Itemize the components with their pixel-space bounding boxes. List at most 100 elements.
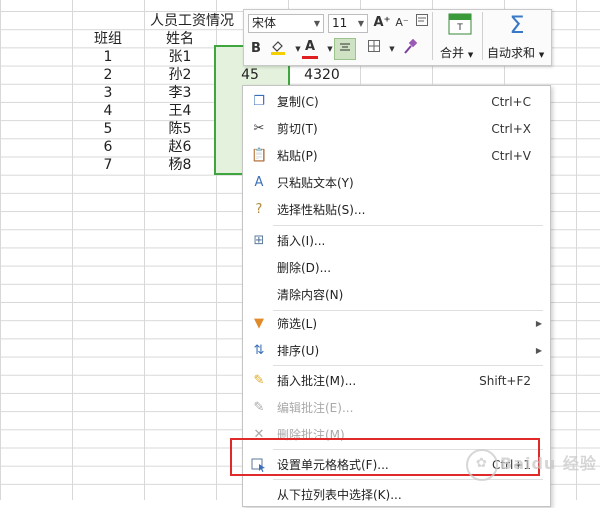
- menu-item-paste-text[interactable]: A 只粘贴文本(Y): [243, 169, 550, 196]
- menu-item-insert-comment[interactable]: ✎ 插入批注(M)... Shift+F2: [243, 367, 550, 394]
- insert-icon: ⊞: [253, 233, 265, 248]
- font-size-value: 11: [332, 16, 348, 30]
- filter-icon: ▼: [254, 316, 264, 331]
- autosum-label: 自动求和: [487, 46, 536, 60]
- menu-item-shortcut: Ctrl+V: [491, 149, 531, 163]
- chevron-down-icon: ▼: [313, 19, 320, 28]
- fill-color-button[interactable]: [268, 39, 288, 59]
- menu-item-pick-from-list[interactable]: 从下拉列表中选择(K)...: [243, 481, 550, 508]
- font-color-button[interactable]: A: [300, 37, 320, 57]
- name-cell[interactable]: 王4: [144, 102, 216, 120]
- menu-item-label: 粘贴(P): [277, 149, 318, 163]
- name-cell[interactable]: 孙2: [144, 66, 216, 84]
- menu-divider: [273, 365, 543, 366]
- toolbar-divider: [482, 12, 483, 60]
- font-name-value: 宋体: [252, 16, 277, 30]
- sheet-title-cell[interactable]: 人员工资情况: [144, 12, 250, 30]
- format-painter-button[interactable]: [400, 38, 420, 59]
- clear-format-icon: [416, 14, 428, 26]
- menu-item-filter[interactable]: ▼ 筛选(L) ▶: [243, 310, 550, 337]
- menu-item-label: 只粘贴文本(Y): [277, 176, 354, 190]
- menu-divider: [273, 225, 543, 226]
- watermark: ✿ Baidu 经验: [466, 447, 596, 481]
- font-color-letter: A: [304, 39, 316, 54]
- menu-item-label: 排序(U): [277, 344, 320, 358]
- group-cell[interactable]: 1: [72, 48, 144, 66]
- menu-item-paste-special[interactable]: ? 选择性粘贴(S)...: [243, 196, 550, 223]
- group-cell[interactable]: 2: [72, 66, 144, 84]
- menu-item-shortcut: Ctrl+C: [491, 95, 531, 109]
- clipboard-icon: 📋: [251, 148, 268, 163]
- scissors-icon: ✂: [253, 121, 265, 136]
- paw-logo-icon: ✿: [466, 448, 498, 481]
- group-cell[interactable]: 4: [72, 102, 144, 120]
- menu-item-label: 插入(I)...: [277, 234, 326, 248]
- menu-item-label: 剪切(T): [277, 122, 318, 136]
- bold-button[interactable]: B: [246, 39, 266, 59]
- menu-item-label: 复制(C): [277, 95, 319, 109]
- borders-button[interactable]: [364, 39, 384, 59]
- merge-button[interactable]: 合并 ▼: [440, 45, 473, 61]
- menu-item-label: 编辑批注(E)...: [277, 401, 354, 415]
- menu-item-label: 清除内容(N): [277, 288, 344, 302]
- menu-item-edit-comment: ✎ 编辑批注(E)...: [243, 394, 550, 421]
- merge-cells-icon: T: [448, 13, 472, 35]
- paint-bucket-icon: [271, 41, 285, 55]
- shrink-font-button[interactable]: A⁻: [392, 13, 412, 33]
- paste-text-icon: A: [254, 175, 264, 190]
- menu-item-clear[interactable]: 清除内容(N): [243, 281, 550, 308]
- copy-icon: ❐: [253, 94, 265, 109]
- menu-item-insert[interactable]: ⊞ 插入(I)...: [243, 227, 550, 254]
- menu-item-label: 选择性粘贴(S)...: [277, 203, 366, 217]
- sigma-icon[interactable]: Σ: [504, 11, 530, 39]
- chevron-down-icon[interactable]: ▼: [382, 39, 402, 59]
- selected-value-cell[interactable]: 45: [214, 66, 286, 84]
- chevron-down-icon: ▼: [357, 19, 364, 28]
- submenu-arrow-icon: ▶: [535, 319, 542, 328]
- font-color-swatch: [302, 56, 318, 59]
- autosum-button[interactable]: 自动求和 ▼: [487, 45, 544, 61]
- merge-icon-button[interactable]: T: [447, 13, 473, 39]
- name-cell[interactable]: 赵6: [144, 138, 216, 156]
- svg-text:T: T: [456, 23, 463, 33]
- borders-icon: [368, 40, 380, 52]
- name-cell[interactable]: 陈5: [144, 120, 216, 138]
- menu-item-shortcut: Shift+F2: [479, 374, 531, 388]
- menu-item-paste[interactable]: 📋 粘贴(P) Ctrl+V: [243, 142, 550, 169]
- merge-label: 合并: [440, 46, 465, 60]
- menu-item-sort[interactable]: ⇅ 排序(U) ▶: [243, 337, 550, 364]
- salary-value-cell[interactable]: 4320: [286, 66, 358, 84]
- align-center-button[interactable]: [334, 38, 356, 60]
- group-cell[interactable]: 3: [72, 84, 144, 102]
- submenu-arrow-icon: ▶: [535, 346, 542, 355]
- format-painter-icon: [404, 38, 418, 54]
- header-group-cell[interactable]: 班组: [72, 30, 144, 48]
- mini-toolbar: 宋体 ▼ 11 ▼ A⁺ A⁻ B ▼ A ▼ ▼ T 合并 ▼ Σ 自动求和 …: [243, 9, 552, 66]
- menu-item-label: 筛选(L): [277, 317, 318, 331]
- toolbar-divider: [432, 12, 433, 60]
- clear-format-button[interactable]: [412, 13, 432, 33]
- group-cell[interactable]: 7: [72, 156, 144, 174]
- sort-icon: ⇅: [253, 343, 265, 358]
- font-size-select[interactable]: 11 ▼: [328, 14, 368, 33]
- menu-item-label: 插入批注(M)...: [277, 374, 357, 388]
- name-cell[interactable]: 张1: [144, 48, 216, 66]
- menu-item-shortcut: Ctrl+X: [491, 122, 531, 136]
- name-cell[interactable]: 杨8: [144, 156, 216, 174]
- menu-item-label: 删除(D)...: [277, 261, 332, 275]
- menu-item-copy[interactable]: ❐ 复制(C) Ctrl+C: [243, 88, 550, 115]
- chevron-down-icon: ▼: [467, 51, 474, 59]
- menu-item-delete[interactable]: 删除(D)...: [243, 254, 550, 281]
- chevron-down-icon: ▼: [538, 51, 545, 59]
- paste-special-icon: ?: [255, 202, 263, 217]
- new-comment-icon: ✎: [253, 373, 265, 388]
- group-cell[interactable]: 5: [72, 120, 144, 138]
- align-center-icon: [340, 43, 350, 51]
- group-cell[interactable]: 6: [72, 138, 144, 156]
- name-cell[interactable]: 李3: [144, 84, 216, 102]
- edit-comment-icon: ✎: [253, 400, 265, 415]
- menu-item-cut[interactable]: ✂ 剪切(T) Ctrl+X: [243, 115, 550, 142]
- header-name-cell[interactable]: 姓名: [144, 30, 216, 48]
- font-name-select[interactable]: 宋体 ▼: [248, 14, 324, 33]
- grow-font-button[interactable]: A⁺: [372, 13, 392, 33]
